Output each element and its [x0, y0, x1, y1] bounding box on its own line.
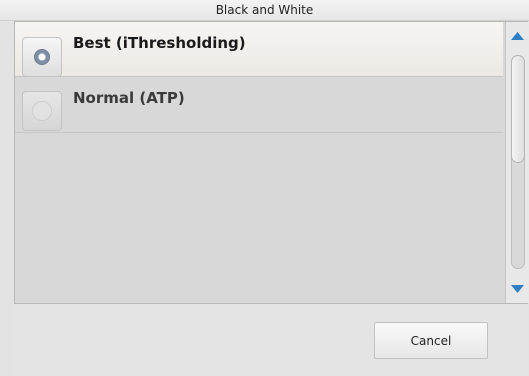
vertical-scrollbar[interactable] [505, 22, 529, 303]
cancel-button[interactable]: Cancel [374, 322, 488, 359]
options-list-panel: Best (iThresholding) Normal (ATP) [14, 21, 529, 304]
title-bar: Black and White [0, 0, 529, 21]
scroll-down-button[interactable] [506, 274, 529, 302]
dialog-title: Black and White [215, 3, 314, 17]
option-label: Normal (ATP) [73, 89, 185, 107]
dialog-footer: Cancel [14, 305, 528, 376]
radio-selected-icon [34, 49, 50, 65]
triangle-down-icon [511, 285, 524, 293]
radio-button-best[interactable] [22, 37, 62, 77]
option-best-ithresholding[interactable]: Best (iThresholding) [15, 22, 503, 77]
option-normal-atp[interactable]: Normal (ATP) [15, 78, 503, 133]
scroll-up-button[interactable] [506, 22, 529, 50]
radio-button-normal[interactable] [22, 91, 62, 131]
triangle-up-icon [511, 32, 524, 40]
scroll-thumb[interactable] [511, 55, 525, 163]
radio-unselected-icon [32, 101, 52, 121]
options-list: Best (iThresholding) Normal (ATP) [15, 22, 503, 303]
option-label: Best (iThresholding) [73, 34, 246, 52]
